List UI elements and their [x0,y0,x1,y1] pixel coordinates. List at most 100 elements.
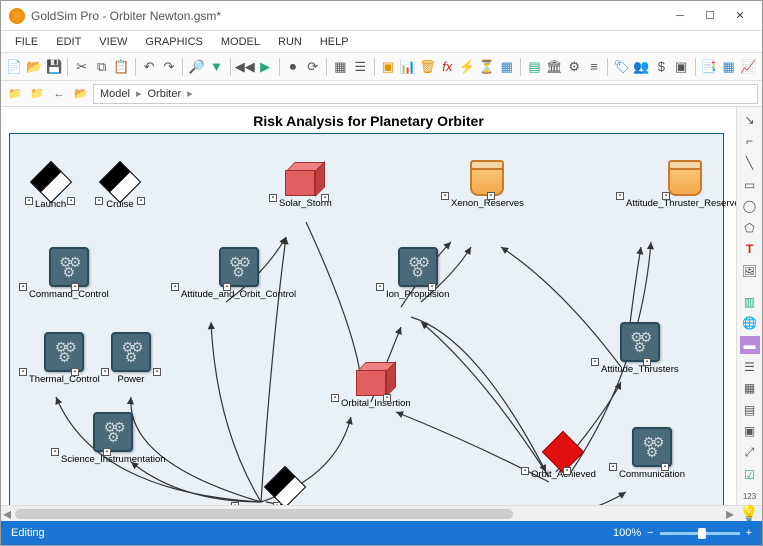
node-gear-icon[interactable]: ⚙ [565,56,584,78]
node-orbit-achieved[interactable]: Orbit_Achieved [531,437,596,480]
node-cruise[interactable]: Cruise [105,167,135,210]
ellipse-tool-icon[interactable]: ◯ [740,197,760,215]
node-trigger-icon[interactable]: ⚡ [458,56,477,78]
nav-folder1-icon[interactable]: 📁 [5,84,25,104]
node-fx-icon[interactable]: fx [438,56,457,78]
node-orbital-insertion[interactable]: Orbital_Insertion [341,362,411,409]
nav-folder2-icon[interactable]: 📁 [27,84,47,104]
run-icon[interactable]: ▶ [256,56,275,78]
palette-list-icon[interactable]: ▤ [740,401,760,419]
minimize-button[interactable]: ─ [666,5,694,27]
new-icon[interactable]: 📄 [5,56,24,78]
menu-file[interactable]: FILE [7,34,46,50]
arrow-tool-icon[interactable]: ↘ [740,111,760,129]
menu-model[interactable]: MODEL [213,34,268,50]
distribute-icon[interactable]: ☰ [351,56,370,78]
cut-icon[interactable]: ✂ [72,56,91,78]
node-science-instrumentation[interactable]: Science_Instrumentation [61,412,166,465]
reservoir-icon [668,162,702,196]
zoom-out-icon[interactable]: − [647,527,653,539]
node-time-icon[interactable]: ⏳ [478,56,497,78]
cube-icon [285,162,325,196]
breadcrumb-path[interactable]: Model ▸ Orbiter ▸ [93,84,758,104]
palette-check-icon[interactable]: ☑ [740,466,760,484]
copy-icon[interactable]: ⧉ [92,56,111,78]
node-event-icon[interactable]: ▣ [378,56,397,78]
node-orbit-phase-started[interactable]: Orbit_Phase_Started [241,472,330,505]
close-button[interactable]: ✕ [726,5,754,27]
money-icon[interactable]: $ [652,56,671,78]
horizontal-scrollbar[interactable]: ◂ ▸ 💡 [1,505,762,521]
node-launch[interactable]: Launch [35,167,66,210]
node-grid-icon[interactable]: ▦ [497,56,516,78]
canvas-scroll[interactable]: Risk Analysis for Planetary Orbiter [1,107,736,505]
node-xenon-reserves[interactable]: Xenon_Reserves [451,162,524,209]
filter-icon[interactable]: ▼ [207,56,226,78]
node-table-icon[interactable]: ▤ [525,56,544,78]
submodel-icon [44,332,84,372]
text-tool-icon[interactable]: T [740,241,760,259]
maximize-button[interactable]: ☐ [696,5,724,27]
people-icon[interactable]: 👥 [632,56,651,78]
palette-layer-icon[interactable]: ▬ [740,336,760,354]
record-icon[interactable]: ⏺ [283,56,302,78]
node-solar-storm[interactable]: Solar_Storm [279,162,332,209]
palette-globe-icon[interactable]: 🌐 [740,315,760,333]
app-logo-icon [9,8,25,24]
palette-num-icon[interactable]: 123 [740,487,760,505]
line-tool-icon[interactable]: ╲ [740,154,760,172]
nav-up-icon[interactable]: 📂 [71,84,91,104]
node-ion-propulsion[interactable]: Ion_Propulsion [386,247,449,300]
menu-view[interactable]: VIEW [91,34,135,50]
palette-chart-icon[interactable]: ▥ [740,293,760,311]
node-bank-icon[interactable]: 🏛 [545,56,564,78]
plot-icon[interactable]: 📈 [739,56,758,78]
palette-resize-icon[interactable]: ⤢ [740,444,760,462]
undo-icon[interactable]: ↶ [140,56,159,78]
save-icon[interactable]: 💾 [45,56,64,78]
node-container-icon[interactable]: 🗑 [418,56,437,78]
node-list-icon[interactable]: ≡ [585,56,604,78]
submodel-icon [219,247,259,287]
reload-icon[interactable]: ⟳ [303,56,322,78]
image-tool-icon[interactable]: 🖼 [740,262,760,280]
palette-calendar-icon[interactable]: ▣ [740,423,760,441]
breadcrumb-seg-orbiter[interactable]: Orbiter [148,88,182,100]
align-icon[interactable]: ▦ [331,56,350,78]
open-icon[interactable]: 📂 [25,56,44,78]
node-attitude-orbit-control[interactable]: Attitude_and_Orbit_Control [181,247,296,300]
menu-help[interactable]: HELP [312,34,357,50]
node-power[interactable]: Power [111,332,151,385]
diamond-icon [29,161,71,203]
breadcrumb-seg-model[interactable]: Model [100,88,130,100]
node-chart-icon[interactable]: 📊 [398,56,417,78]
node-attitude-thrusters[interactable]: Attitude_Thrusters [601,322,679,375]
polyline-tool-icon[interactable]: ⌐ [740,133,760,151]
results-icon[interactable]: ▦ [719,56,738,78]
step-back-icon[interactable]: ◀◀ [235,56,255,78]
palette-grid-icon[interactable]: ▦ [740,379,760,397]
menu-edit[interactable]: EDIT [48,34,89,50]
zoom-in-icon[interactable]: + [746,527,752,539]
zoom-control[interactable]: 100% − + [613,527,752,539]
diagram-canvas[interactable]: Risk Analysis for Planetary Orbiter [1,107,736,505]
node-thermal-control[interactable]: Thermal_Control [29,332,100,385]
report-icon[interactable]: 📑 [699,56,718,78]
node-attitude-thruster-reserves[interactable]: Attitude_Thruster_Reserves [626,162,736,209]
tag-icon[interactable]: 🏷 [612,56,631,78]
workarea: Risk Analysis for Planetary Orbiter [1,107,762,505]
menu-graphics[interactable]: GRAPHICS [137,34,210,50]
palette-align-icon[interactable]: ☰ [740,358,760,376]
overlay-icon[interactable]: ▣ [672,56,691,78]
rect-tool-icon[interactable]: ▭ [740,176,760,194]
menu-run[interactable]: RUN [270,34,310,50]
zoom-slider[interactable] [660,532,740,535]
redo-icon[interactable]: ↷ [160,56,179,78]
search-icon[interactable]: 🔎 [187,56,206,78]
nav-back-icon[interactable]: ← [49,84,69,104]
submodel-icon [49,247,89,287]
paste-icon[interactable]: 📋 [112,56,131,78]
polygon-tool-icon[interactable]: ⬠ [740,219,760,237]
node-communication[interactable]: Communication [619,427,685,480]
node-command-control[interactable]: Command_Control [29,247,109,300]
